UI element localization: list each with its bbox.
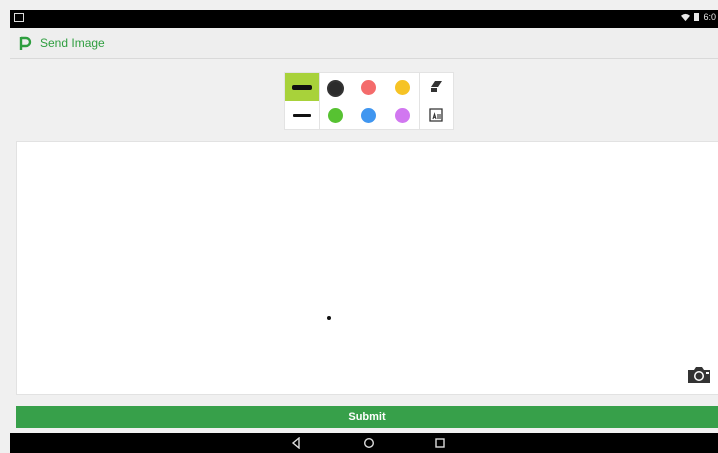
page-title: Send Image: [40, 36, 105, 50]
wifi-icon: [681, 13, 691, 21]
status-time: 6:0: [703, 12, 716, 22]
app-bar: Send Image: [10, 28, 718, 59]
color-swatch-purple[interactable]: [395, 108, 410, 123]
status-icons: 6:0: [681, 12, 716, 22]
thick-stroke-icon: [292, 84, 312, 90]
app-logo-icon: [19, 36, 32, 50]
back-icon[interactable]: [290, 437, 302, 449]
color-swatch-blue[interactable]: [361, 108, 376, 123]
submit-button[interactable]: Submit: [16, 406, 718, 428]
color-swatch-red[interactable]: [361, 80, 376, 95]
clear-all-button[interactable]: [419, 101, 453, 129]
color-swatch-black[interactable]: [327, 80, 344, 97]
toolbar-divider: [319, 73, 320, 129]
navigation-bar: [10, 433, 718, 453]
status-bar: 6:0: [10, 10, 718, 28]
notification-icon: [14, 13, 24, 22]
ink-stroke: [327, 316, 331, 320]
color-swatch-yellow[interactable]: [395, 80, 410, 95]
color-swatch-green[interactable]: [328, 108, 343, 123]
thin-stroke-button[interactable]: [285, 101, 319, 129]
drawing-canvas[interactable]: [16, 141, 718, 395]
drawing-toolbar: [284, 72, 454, 130]
clear-all-icon: [429, 108, 443, 122]
thick-stroke-button[interactable]: [285, 73, 319, 101]
thin-stroke-icon: [293, 113, 311, 117]
eraser-icon: [431, 81, 442, 92]
eraser-button[interactable]: [419, 73, 453, 101]
recents-icon[interactable]: [434, 437, 446, 449]
camera-icon[interactable]: [686, 365, 712, 385]
home-icon[interactable]: [363, 437, 375, 449]
battery-icon: [694, 13, 700, 21]
